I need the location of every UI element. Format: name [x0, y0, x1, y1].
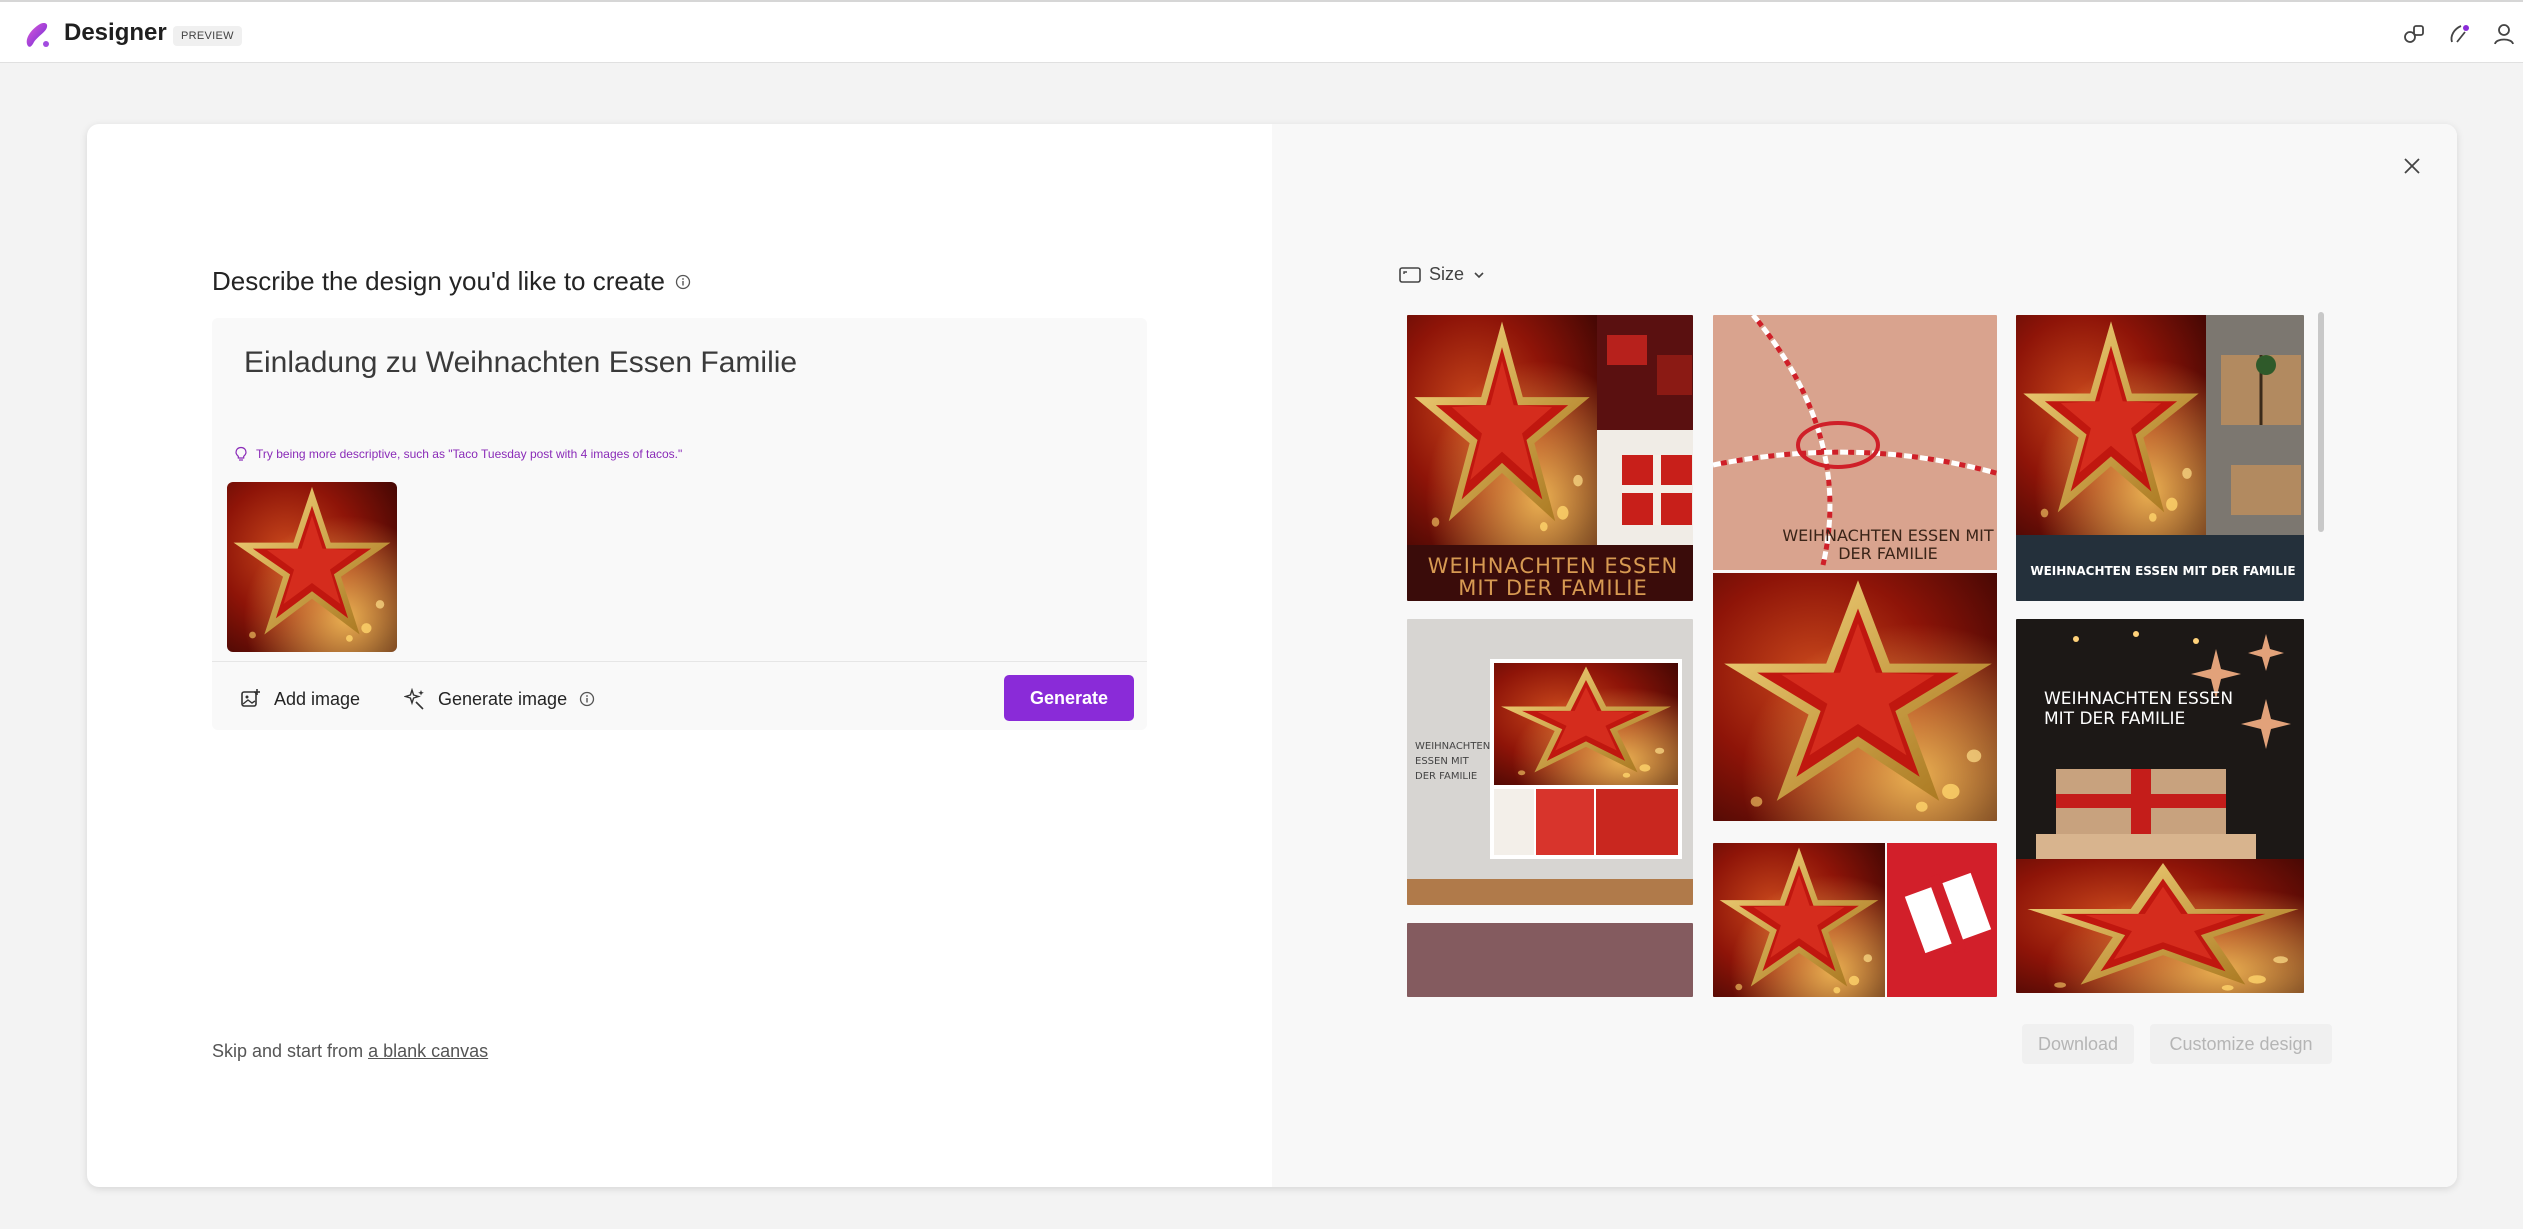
designer-sparkle-icon[interactable] [2445, 20, 2473, 48]
add-image-icon [241, 689, 260, 707]
share-icon[interactable] [2400, 20, 2428, 48]
prompt-tip: Try being more descriptive, such as "Tac… [234, 446, 682, 462]
top-bar: Designer PREVIEW [0, 0, 2523, 63]
close-icon[interactable] [2400, 154, 2424, 178]
create-heading-text: Describe the design you'd like to create [212, 266, 665, 296]
sparkle-icon [404, 688, 424, 710]
design-card-5[interactable]: WEIHNACHTEN ESSEN MIT DER FAMILIE [2013, 616, 2307, 996]
uploaded-image-thumbnail[interactable] [227, 482, 397, 652]
lightbulb-icon [235, 446, 247, 461]
card-title: WEIHNACHTEN ESSEN MIT DER FAMILIE [1782, 526, 1994, 563]
prompt-divider [212, 661, 1147, 662]
generate-image-label: Generate image [438, 688, 568, 709]
designer-logo-icon [26, 23, 49, 47]
customize-design-button[interactable]: Customize design [2150, 1024, 2332, 1064]
info-icon[interactable] [675, 274, 691, 290]
card-title: WEIHNACHTEN ESSEN MIT DER FAMILIE [2044, 689, 2234, 729]
design-card-1[interactable]: WEIHNACHTEN ESSEN MIT DER FAMILIE [1404, 312, 1696, 604]
card-title: WEIHNACHTEN ESSEN MIT DER FAMILIE [1415, 741, 1491, 782]
add-image-button[interactable]: Add image [240, 688, 360, 710]
blank-canvas-link[interactable]: a blank canvas [368, 1041, 488, 1061]
design-card-3[interactable]: WEIHNACHTEN ESSEN MIT DER FAMILIE [2013, 312, 2307, 604]
create-heading: Describe the design you'd like to create [212, 266, 691, 297]
app-name: Designer [64, 19, 167, 46]
skip-prefix: Skip and start from [212, 1041, 369, 1061]
card-title: WEIHNACHTEN ESSEN MIT DER FAMILIE [1427, 554, 1679, 600]
design-card-4[interactable]: WEIHNACHTEN ESSEN MIT DER FAMILIE [1404, 616, 1696, 908]
generate-image-button[interactable]: Generate image [404, 688, 595, 710]
generate-button[interactable]: Generate [1004, 675, 1134, 721]
prompt-tip-text: Try being more descriptive, such as "Tac… [256, 447, 683, 461]
info-icon[interactable] [579, 691, 595, 707]
design-card-6[interactable] [1710, 840, 2000, 1000]
gallery-scrollbar[interactable] [2318, 312, 2324, 532]
prompt-input[interactable]: Einladung zu Weihnachten Essen Familie [244, 346, 797, 380]
download-button[interactable]: Download [2022, 1024, 2134, 1064]
card-title: WEIHNACHTEN ESSEN MIT DER FAMILIE [2030, 564, 2296, 578]
preview-badge: PREVIEW [173, 26, 242, 46]
design-card-7[interactable] [1404, 920, 1696, 1000]
skip-text: Skip and start from a blank canvas [212, 1041, 488, 1062]
add-image-label: Add image [274, 688, 361, 709]
prompt-box[interactable]: Einladung zu Weihnachten Essen Familie T… [212, 318, 1147, 730]
design-card-2[interactable]: WEIHNACHTEN ESSEN MIT DER FAMILIE [1710, 312, 2000, 824]
profile-icon[interactable] [2490, 20, 2518, 48]
